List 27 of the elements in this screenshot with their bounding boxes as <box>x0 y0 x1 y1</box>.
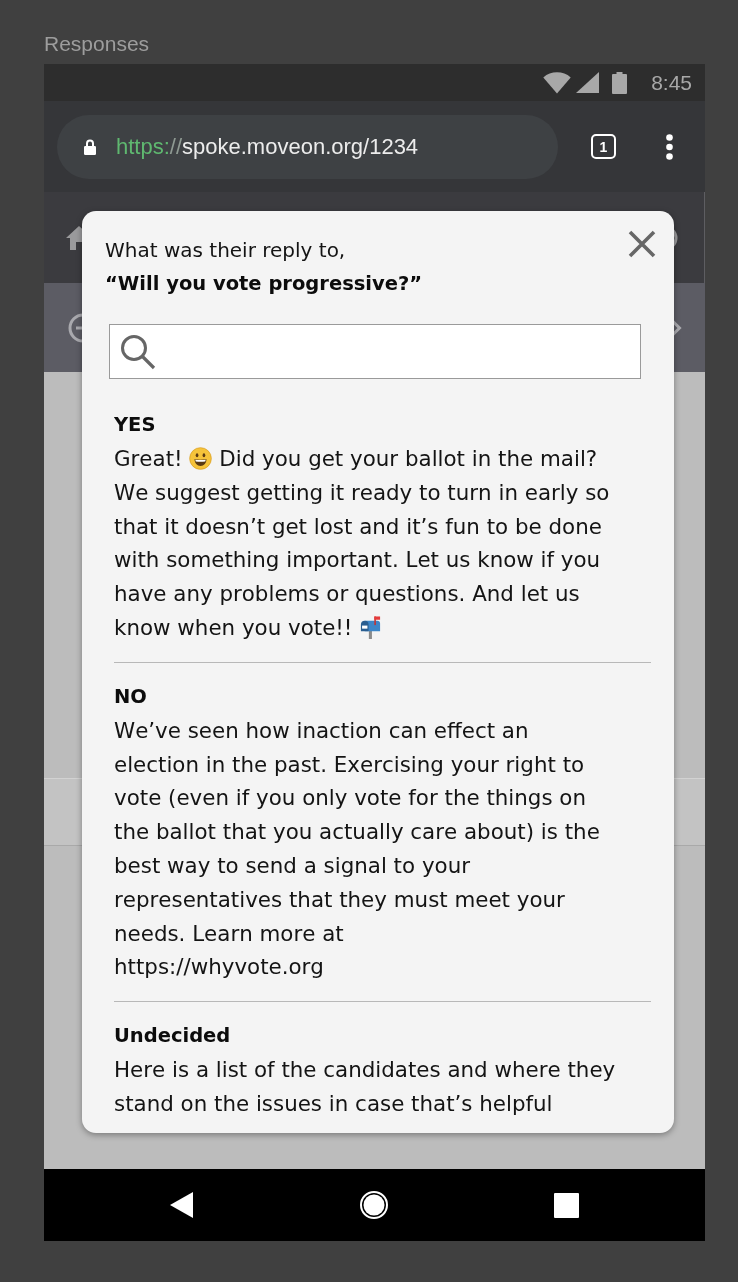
more-menu-icon[interactable] <box>666 133 673 160</box>
response-title[interactable]: Undecided <box>114 1019 231 1054</box>
response-text: We’ve seen how inaction can effect an election in the past. Exercising your right to vote (even if you only vote for the things on the ballot that you actually care about) is the best way to send a signal to your representatives that they must meet your needs. Learn more at https://whyvote.org <box>114 716 601 982</box>
smiley-face-icon <box>189 447 213 470</box>
status-time: 8:45 <box>651 70 692 95</box>
signal-icon <box>576 72 600 93</box>
close-button[interactable] <box>628 230 656 258</box>
dialog-question: “Will you vote progressive?” <box>105 271 423 297</box>
search-icon <box>120 333 156 370</box>
dialog-prompt: What was their reply to, <box>105 237 346 264</box>
response-text: Great! Did you get your ballot in the mail? We suggest getting it ready to turn in early so that it doesn’t get lost and it’s fun to be done with something important. Let us know if you have any problems or questions. And let us know when you vote!! <box>114 445 611 642</box>
mailbox-icon <box>359 616 383 639</box>
page-title: Responses <box>44 31 150 57</box>
wifi-icon <box>543 71 572 94</box>
url-text: https://spoke.moveon.org/1234 <box>116 132 419 161</box>
battery-icon <box>612 71 628 94</box>
lock-icon <box>84 138 96 155</box>
home-circle-icon[interactable] <box>360 1191 388 1219</box>
response-title[interactable]: NO <box>114 679 147 714</box>
close-icon <box>628 230 656 258</box>
address-bar[interactable]: https://spoke.moveon.org/1234 <box>57 114 558 179</box>
search-field[interactable] <box>109 324 641 379</box>
tab-count-button[interactable]: 1 <box>591 134 616 159</box>
recents-icon[interactable] <box>554 1192 579 1218</box>
response-title[interactable]: YES <box>114 408 156 442</box>
response-text: Here is a list of the candidates and where they stand on the issues in case that’s helpful <box>114 1056 617 1118</box>
back-icon[interactable] <box>170 1192 194 1218</box>
